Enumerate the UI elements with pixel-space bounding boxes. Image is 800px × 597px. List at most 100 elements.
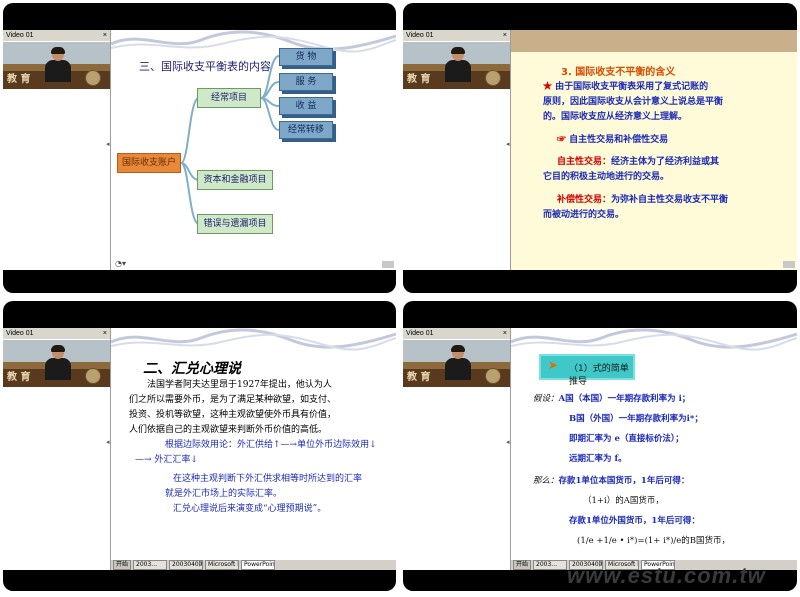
- video-frame[interactable]: 教 育: [403, 42, 510, 89]
- pointer-icon: ☞: [557, 135, 567, 145]
- watermark: www.estu.com.tw: [567, 563, 766, 588]
- body-line: 在这种主观判断下外汇供求相等时所达到的汇率: [173, 474, 363, 484]
- video-title: Video 01: [6, 330, 34, 337]
- star-icon: ★: [543, 82, 553, 92]
- lecturer: [445, 47, 471, 82]
- body-line: 人们依据自己的主观欲望来判断外币价值的高低。: [129, 425, 328, 435]
- video-banner: 教 育: [407, 372, 431, 383]
- then-line1: 那么：存款1单位本国货币，1年后可得：: [533, 476, 690, 486]
- slide-body: 法国学者阿夫达里昂于1927年提出，他认为人 们之所以需要外币，是为了满足某种欲…: [129, 378, 379, 517]
- body-line: 汇兑心理说后来演变成“心理预期说”。: [173, 504, 327, 514]
- node-current-account: 经常项目: [197, 88, 261, 108]
- node-errors-omissions: 错误与遗漏项目: [197, 214, 273, 234]
- then-line2: （1+i）的A国货币，: [583, 496, 664, 506]
- screen: Video 01 × 教 育 ◂ 二、汇兑心理说 法国学者阿夫达里昂于1927年提…: [3, 328, 396, 570]
- taskbar-item[interactable]: 2003...: [533, 560, 568, 570]
- para1-line3: 的。国际收支应从经济意义上理解。: [543, 112, 688, 122]
- then-line3: 存款1单位外国货币，1年后可得：: [569, 516, 700, 526]
- node-goods: 货 物: [279, 48, 333, 66]
- lecturer: [445, 345, 471, 380]
- video-banner: 教 育: [7, 74, 31, 85]
- video-frame[interactable]: 教 育: [3, 340, 110, 387]
- comp-line2: 而被动进行的交易。: [543, 210, 625, 220]
- screen: Video 01 × 教 育 ◂ ➤ （1）式的简单推导 假设：A国（本国）一年期…: [403, 328, 797, 570]
- taskbar-item[interactable]: Microsoft PowerPo...: [205, 560, 240, 570]
- splitter-arrow-icon[interactable]: ◂: [506, 438, 510, 448]
- video-window: Video 01 × 教 育 ◂: [3, 30, 111, 270]
- taskbar-item[interactable]: 2003040国际金融...: [169, 560, 204, 570]
- body-line: —→ 外汇汇率↓: [135, 455, 198, 465]
- slide-decoration: [511, 328, 797, 351]
- video-frame[interactable]: 教 育: [403, 340, 510, 387]
- panel-top-right: Video 01 × 教 育 ◂ 3. 国际收支不平衡的含义 ★ 由于国际收支平衡…: [403, 3, 797, 293]
- start-button[interactable]: 开始: [513, 560, 532, 570]
- splitter-arrow-icon[interactable]: ◂: [106, 438, 110, 448]
- node-root: 国际收支账户: [117, 153, 181, 173]
- emblem-icon: [485, 70, 501, 86]
- close-icon[interactable]: ×: [503, 30, 507, 41]
- body-line: 法国学者阿夫达里昂于1927年提出，他认为人: [147, 380, 332, 390]
- auto-line1: 自主性交易：经济主体为了经济利益或其: [557, 157, 720, 167]
- screen: Video 01 × 教 育 ◂ 3. 国际收支不平衡的含义 ★ 由于国际收支平衡…: [403, 30, 797, 270]
- splitter-arrow-icon[interactable]: ◂: [106, 140, 110, 150]
- hyp-line4: 远期汇率为 f。: [569, 454, 627, 464]
- arrow-icon: ➤: [548, 358, 559, 372]
- heading-text: （1）式的简单推导: [569, 364, 629, 387]
- body-line: 就是外汇市场上的实际汇率。: [165, 489, 283, 499]
- slide-nav-icon[interactable]: ◔▾: [115, 259, 126, 268]
- emblem-icon: [85, 70, 101, 86]
- slide: 3. 国际收支不平衡的含义 ★ 由于国际收支平衡表采用了复式记账的 原则，因此国…: [511, 30, 797, 270]
- close-icon[interactable]: ×: [103, 328, 107, 339]
- body-line: 根据边际效用论：外汇供给↑—→单位外币边际效用↓: [165, 440, 377, 450]
- splitter-arrow-icon[interactable]: ◂: [506, 140, 510, 150]
- taskbar-item[interactable]: 2003...: [133, 560, 168, 570]
- comp-line1: 补偿性交易：为弥补自主性交易收支不平衡: [557, 195, 729, 205]
- slide-header-band: [511, 30, 797, 52]
- auto-line2: 它目的积极主动地进行的交易。: [543, 172, 670, 182]
- video-title-bar[interactable]: Video 01 ×: [3, 328, 110, 339]
- lecturer: [45, 345, 71, 380]
- slide-decoration: [111, 328, 396, 351]
- video-title-bar[interactable]: Video 01 ×: [403, 328, 510, 339]
- body-line: 们之所以需要外币，是为了满足某种欲望，如支付、: [129, 395, 337, 405]
- heading-box: ➤ （1）式的简单推导: [539, 354, 635, 387]
- hyp-line3: 即期汇率为 e（直接标价法）；: [569, 434, 684, 444]
- slide-thumb: [382, 261, 394, 268]
- tree-connectors: [180, 55, 280, 225]
- slide: ➤ （1）式的简单推导 假设：A国（本国）一年期存款利率为 i； B国（外国）一…: [511, 328, 797, 570]
- screen: Video 01 × 教 育 ◂ 三、国际收支平衡表的内容 国际收支账户 经常项…: [3, 30, 396, 270]
- close-icon[interactable]: ×: [503, 328, 507, 339]
- video-window: Video 01 × 教 育 ◂: [403, 30, 511, 270]
- lecturer: [45, 47, 71, 82]
- hyp-line1: 假设：A国（本国）一年期存款利率为 i；: [533, 394, 691, 404]
- close-icon[interactable]: ×: [103, 30, 107, 41]
- subtitle-line: ☞ 自主性交易和补偿性交易: [557, 135, 669, 145]
- para1-line2: 原则，因此国际收支从会计意义上说总是平衡: [543, 97, 724, 107]
- video-title: Video 01: [6, 32, 34, 39]
- emblem-icon: [85, 368, 101, 384]
- video-banner: 教 育: [407, 74, 431, 85]
- video-title: Video 01: [406, 32, 434, 39]
- slide-title: 二、汇兑心理说: [143, 361, 241, 377]
- node-services: 服 务: [279, 73, 333, 91]
- panel-bottom-left: Video 01 × 教 育 ◂ 二、汇兑心理说 法国学者阿夫达里昂于1927年提…: [3, 301, 396, 591]
- slide-title: 3. 国际收支不平衡的含义: [561, 67, 676, 78]
- video-banner: 教 育: [7, 372, 31, 383]
- taskbar: 开始 2003... 2003040国际金融... Microsoft Powe…: [111, 559, 396, 570]
- panel-top-left: Video 01 × 教 育 ◂ 三、国际收支平衡表的内容 国际收支账户 经常项…: [3, 3, 396, 293]
- start-button[interactable]: 开始: [113, 560, 132, 570]
- node-capital-account: 资本和金融项目: [197, 170, 273, 190]
- video-title-bar[interactable]: Video 01 ×: [3, 30, 110, 41]
- slide: 二、汇兑心理说 法国学者阿夫达里昂于1927年提出，他认为人 们之所以需要外币，…: [111, 328, 396, 570]
- video-title-bar[interactable]: Video 01 ×: [403, 30, 510, 41]
- para1-line1: ★ 由于国际收支平衡表采用了复式记账的: [543, 82, 709, 92]
- taskbar-item[interactable]: PowerPoint 幻灯片放映...: [241, 560, 276, 570]
- then-line4: (1/e +1/e • i*)=(1+ i*)/e的B国货币，: [577, 536, 731, 546]
- video-title: Video 01: [406, 330, 434, 337]
- video-window: Video 01 × 教 育 ◂: [3, 328, 111, 570]
- video-frame[interactable]: 教 育: [3, 42, 110, 89]
- slide: 三、国际收支平衡表的内容 国际收支账户 经常项目 资本和金融项目 错误与遗漏项目…: [111, 30, 396, 270]
- body-line: 投资、投机等欲望，这种主观欲望使外币具有价值，: [129, 410, 337, 420]
- hyp-line2: B国（外国）一年期存款利率为i*；: [569, 414, 703, 424]
- node-income: 收 益: [279, 97, 333, 115]
